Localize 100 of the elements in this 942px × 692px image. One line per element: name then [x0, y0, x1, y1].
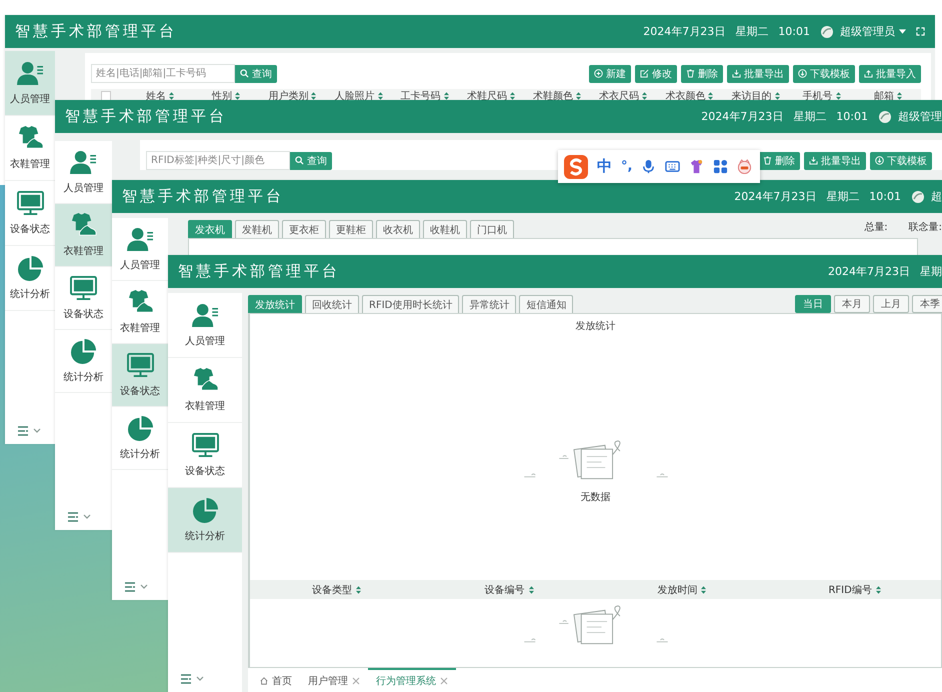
action-button[interactable]: 批量导出: [804, 152, 866, 170]
sort-icon[interactable]: [836, 92, 841, 100]
monitor-icon: [192, 432, 218, 458]
device-tab[interactable]: 发衣机: [188, 220, 232, 238]
microphone-icon[interactable]: [641, 159, 656, 174]
column-header[interactable]: 设备编号: [484, 582, 525, 596]
sort-icon[interactable]: [701, 586, 706, 594]
trash-icon: [763, 156, 772, 165]
clothes-icon: [70, 212, 97, 238]
open-tab[interactable]: 用户管理: [300, 668, 368, 692]
menu-collapse-icon[interactable]: [67, 512, 93, 522]
fullscreen-icon[interactable]: [916, 27, 925, 36]
action-button[interactable]: 新建: [589, 64, 631, 82]
search-field[interactable]: 姓名|电话|邮箱|工卡号码: [91, 64, 235, 83]
column-header[interactable]: 设备类型: [312, 582, 352, 596]
stats-tab[interactable]: 回收统计: [305, 295, 359, 313]
sort-icon[interactable]: [876, 586, 881, 594]
sort-icon[interactable]: [378, 92, 383, 100]
nav-item[interactable]: 人员管理: [168, 293, 242, 358]
nav-item[interactable]: 衣鞋管理: [55, 204, 112, 267]
punctuation-toggle[interactable]: °,: [621, 159, 632, 174]
avatar-icon[interactable]: [820, 24, 834, 38]
caret-icon[interactable]: [899, 29, 906, 34]
menu-collapse-icon[interactable]: [180, 674, 206, 684]
nav-item[interactable]: 人员管理: [5, 51, 55, 116]
column-header[interactable]: RFID编号: [828, 582, 872, 596]
period-button[interactable]: 本月: [834, 295, 870, 313]
sort-icon[interactable]: [528, 586, 534, 594]
device-tab[interactable]: 更衣柜: [282, 220, 326, 238]
close-icon[interactable]: [440, 677, 448, 685]
device-tab[interactable]: 收鞋机: [423, 220, 467, 238]
user-menu[interactable]: 超级管理: [898, 109, 942, 124]
menu-collapse-icon[interactable]: [17, 426, 43, 436]
ime-logo-icon[interactable]: [564, 154, 588, 178]
action-button[interactable]: 删除: [758, 152, 800, 170]
sort-icon[interactable]: [708, 92, 714, 100]
device-tab[interactable]: 收衣机: [376, 220, 420, 238]
column-header[interactable]: 手机号: [802, 89, 833, 103]
stats-tab[interactable]: RFID使用时长统计: [362, 295, 460, 313]
device-tab[interactable]: 门口机: [470, 220, 514, 238]
clothes-icon: [126, 290, 154, 314]
pie-chart-icon: [16, 256, 44, 280]
nav-item[interactable]: 统计分析: [168, 488, 242, 553]
apps-grid-icon[interactable]: [713, 159, 728, 174]
column-header[interactable]: 来访目的: [732, 89, 772, 103]
user-menu[interactable]: 超级管理员: [840, 24, 895, 39]
column-header[interactable]: 术鞋颜色: [533, 89, 574, 103]
column-header[interactable]: 人脸照片: [334, 89, 375, 103]
column-header[interactable]: 姓名: [146, 89, 166, 103]
action-button[interactable]: 下载模板: [793, 64, 855, 82]
avatar-icon[interactable]: [911, 190, 925, 204]
user-menu[interactable]: 超: [931, 189, 942, 204]
column-header[interactable]: 邮箱: [874, 89, 894, 103]
avatar-icon[interactable]: [878, 110, 892, 124]
column-header[interactable]: 术衣尺码: [599, 89, 640, 103]
action-button[interactable]: 修改: [635, 64, 677, 82]
column-header[interactable]: 用户类别: [268, 89, 308, 103]
sort-icon[interactable]: [896, 92, 902, 100]
action-button[interactable]: 批量导入: [859, 64, 921, 82]
sort-icon[interactable]: [576, 92, 582, 100]
menu-collapse-icon[interactable]: [124, 582, 150, 592]
stats-tab[interactable]: 短信通知: [519, 295, 574, 313]
close-icon[interactable]: [352, 677, 360, 685]
open-tab[interactable]: 行为管理系统: [368, 668, 456, 692]
shirt-icon[interactable]: [689, 159, 704, 174]
nav-item[interactable]: 衣鞋管理: [168, 358, 242, 423]
device-tab[interactable]: 更鞋柜: [329, 220, 373, 238]
download-circle-icon: [875, 156, 884, 165]
keyboard-icon[interactable]: [665, 159, 680, 174]
sort-icon[interactable]: [642, 92, 648, 100]
period-button[interactable]: 当日: [795, 295, 831, 313]
stats-tab[interactable]: 发放统计: [248, 295, 302, 313]
sort-icon[interactable]: [774, 92, 780, 100]
open-tab[interactable]: 首页: [252, 668, 300, 692]
search-button[interactable]: 查询: [235, 64, 277, 82]
column-header[interactable]: 术鞋尺码: [466, 89, 507, 103]
sort-icon[interactable]: [235, 92, 240, 100]
input-mode-toggle[interactable]: 中: [597, 157, 612, 176]
period-button[interactable]: 本季: [912, 295, 942, 313]
period-button[interactable]: 上月: [873, 295, 909, 313]
sort-icon[interactable]: [444, 92, 449, 100]
column-header[interactable]: 性别: [212, 89, 232, 103]
action-button[interactable]: 下载模板: [870, 152, 932, 170]
sort-icon[interactable]: [356, 586, 361, 594]
column-header[interactable]: 工卡号码: [400, 89, 441, 103]
checkbox[interactable]: [101, 91, 111, 101]
sort-icon[interactable]: [510, 92, 515, 100]
mascot-icon[interactable]: [737, 159, 752, 174]
column-header[interactable]: 发放时间: [657, 582, 698, 596]
column-header[interactable]: 术衣颜色: [665, 89, 706, 103]
sort-icon[interactable]: [169, 92, 174, 100]
nav-item[interactable]: 人员管理: [112, 218, 168, 281]
stats-tab[interactable]: 异常统计: [462, 295, 516, 313]
search-button[interactable]: 查询: [290, 152, 332, 170]
nav-item[interactable]: 设备状态: [112, 344, 168, 407]
action-button[interactable]: 批量导出: [727, 64, 789, 82]
action-button[interactable]: 删除: [681, 64, 723, 82]
sort-icon[interactable]: [311, 92, 316, 100]
device-tab[interactable]: 发鞋机: [235, 220, 279, 238]
person-icon: [70, 150, 97, 174]
